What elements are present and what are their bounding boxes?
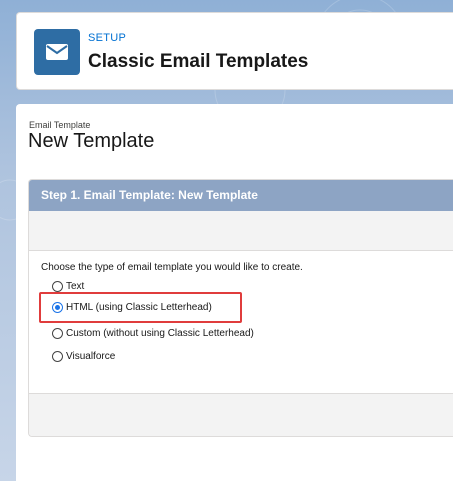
step-footer — [29, 394, 453, 436]
radio-custom[interactable] — [52, 328, 63, 339]
setup-label[interactable]: SETUP — [88, 32, 126, 44]
step-header: Step 1. Email Template: New Template — [29, 180, 453, 211]
envelope-icon — [34, 29, 80, 75]
main-content: Email Template New Template Step 1. Emai… — [16, 104, 453, 481]
breadcrumb: Email Template — [29, 120, 91, 130]
highlight-box — [39, 292, 242, 323]
option-visualforce[interactable]: Visualforce — [52, 351, 115, 362]
step-body: Choose the type of email template you wo… — [29, 251, 453, 394]
option-custom[interactable]: Custom (without using Classic Letterhead… — [52, 328, 254, 339]
page-header: SETUP Classic Email Templates — [16, 12, 453, 90]
option-text[interactable]: Text — [52, 281, 84, 292]
radio-text[interactable] — [52, 281, 63, 292]
step-panel: Step 1. Email Template: New Template Cho… — [28, 179, 453, 437]
option-custom-label: Custom (without using Classic Letterhead… — [66, 328, 254, 339]
page-title: Classic Email Templates — [88, 51, 309, 72]
option-visualforce-label: Visualforce — [66, 351, 116, 362]
step-toolbar-strip — [29, 211, 453, 251]
template-type-prompt: Choose the type of email template you wo… — [41, 262, 303, 273]
content-title: New Template — [28, 130, 155, 152]
radio-visualforce[interactable] — [52, 351, 63, 362]
option-text-label: Text — [66, 281, 85, 292]
